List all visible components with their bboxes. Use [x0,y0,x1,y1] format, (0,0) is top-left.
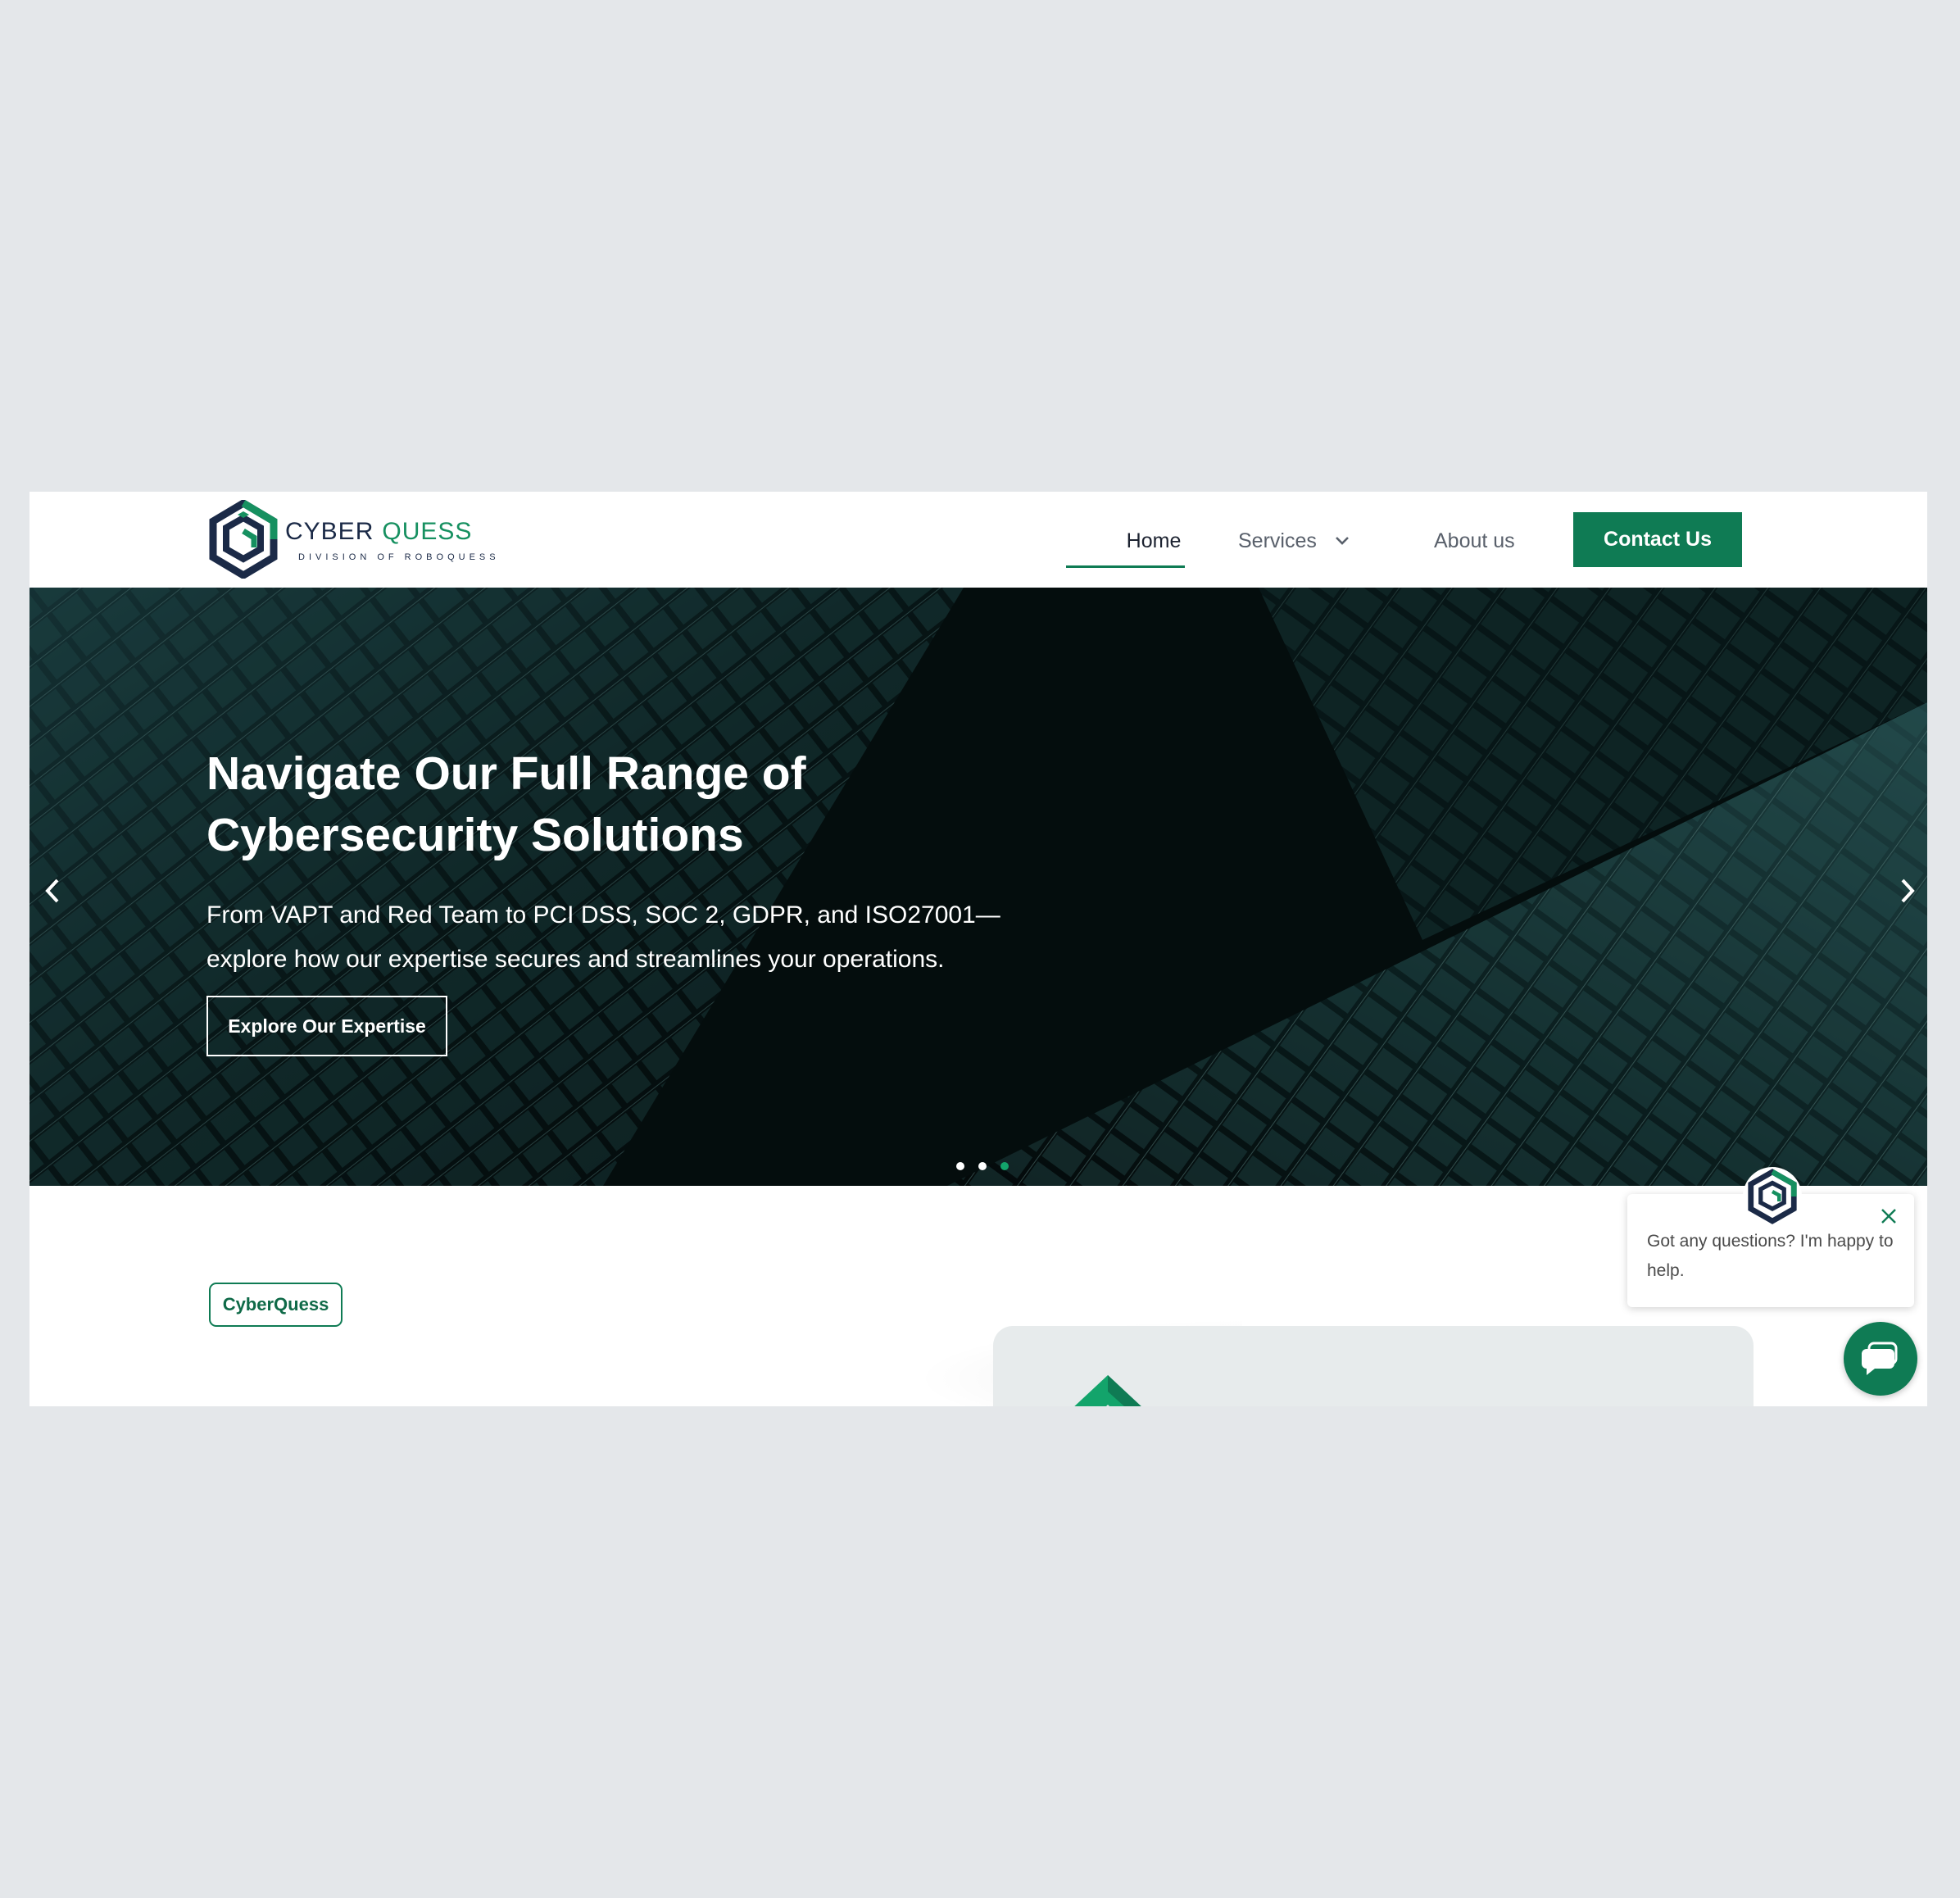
slider-dot-active[interactable] [1000,1162,1009,1170]
close-icon[interactable] [1878,1206,1899,1227]
parent-company-card [993,1326,1754,1406]
chevron-left-icon[interactable] [36,870,69,911]
nav-about-us[interactable]: About us [1434,524,1515,557]
logo-wordmark: CYBER QUESS [285,518,472,546]
chat-bubble-icon [1862,1342,1898,1375]
hero-title: Navigate Our Full Range of Cybersecurity… [206,747,806,862]
nav-home[interactable]: Home [1095,524,1213,557]
site-header: CYBER QUESS DIVISION OF ROBOQUESS Home Se… [29,492,1927,588]
logo-word-quess: QUESS [382,518,473,545]
hexagon-logo-icon [209,500,278,579]
contact-us-button[interactable]: Contact Us [1573,512,1742,567]
section-title: The Cybersecurity arm of [209,1393,802,1406]
chevron-right-icon[interactable] [1891,870,1924,911]
roboquess-logo-icon [1074,1375,1141,1406]
nav-services[interactable]: Services [1238,524,1317,557]
explore-expertise-button[interactable]: Explore Our Expertise [206,996,447,1056]
slider-dot[interactable] [956,1162,964,1170]
slider-dot[interactable] [978,1162,987,1170]
hero-building-background [29,588,1927,1186]
chevron-down-icon[interactable] [1332,530,1352,550]
brand-logo[interactable]: CYBER QUESS DIVISION OF ROBOQUESS [208,500,496,579]
logo-tagline: DIVISION OF ROBOQUESS [298,552,500,562]
active-nav-underline [1066,565,1185,568]
chat-avatar [1743,1167,1802,1226]
website-viewport: CYBER QUESS DIVISION OF ROBOQUESS Home Se… [29,492,1927,1406]
logo-word-cyber: CYBER [285,518,374,545]
hexagon-avatar-icon [1748,1169,1797,1224]
hero-slider: Navigate Our Full Range of Cybersecurity… [29,588,1927,1186]
screenshot-frame: CYBER QUESS DIVISION OF ROBOQUESS Home Se… [0,0,1960,1898]
chat-greeting-text: Got any questions? I'm happy to help. [1647,1232,1894,1280]
chat-launcher-button[interactable] [1844,1322,1917,1396]
hero-subtitle: From VAPT and Red Team to PCI DSS, SOC 2… [206,901,1000,973]
section-badge: CyberQuess [209,1283,343,1327]
